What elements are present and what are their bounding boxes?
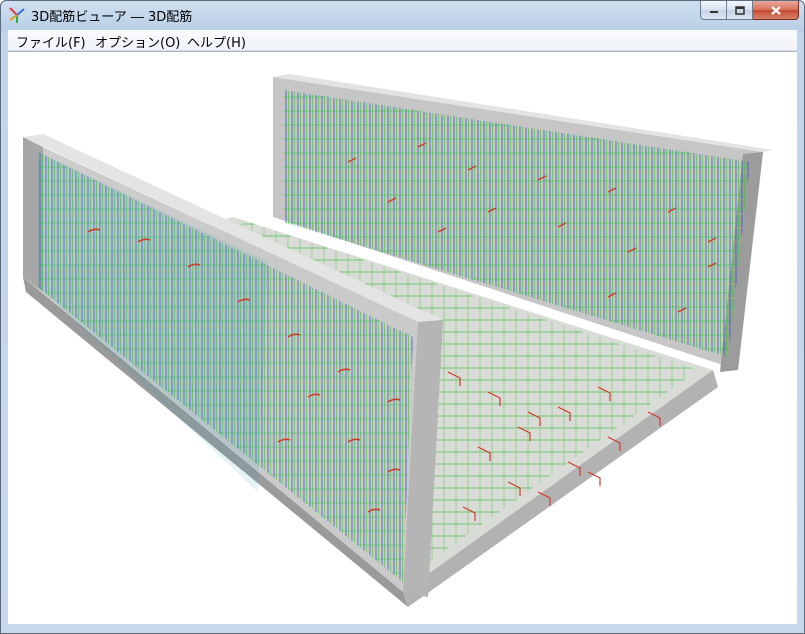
3d-viewport[interactable] [8,51,797,624]
menu-help[interactable]: ヘルプ(H) [187,32,246,51]
rebar-model-render[interactable] [8,52,797,624]
menu-options[interactable]: オプション(O) [95,32,180,51]
app-window: 3D配筋ビューア ― 3D配筋 ファイル(F) オプション(O) ヘルプ(H) [0,0,805,634]
close-button[interactable] [753,1,799,20]
close-icon [770,5,781,15]
app-icon [9,7,25,23]
menu-file[interactable]: ファイル(F) [16,32,86,51]
maximize-button[interactable] [727,1,753,20]
minimize-button[interactable] [700,1,727,20]
maximize-icon [734,5,745,15]
title-bar[interactable]: 3D配筋ビューア ― 3D配筋 [1,1,804,29]
menu-bar: ファイル(F) オプション(O) ヘルプ(H) [8,30,797,51]
minimize-icon [709,11,718,13]
window-title: 3D配筋ビューア ― 3D配筋 [31,10,193,25]
